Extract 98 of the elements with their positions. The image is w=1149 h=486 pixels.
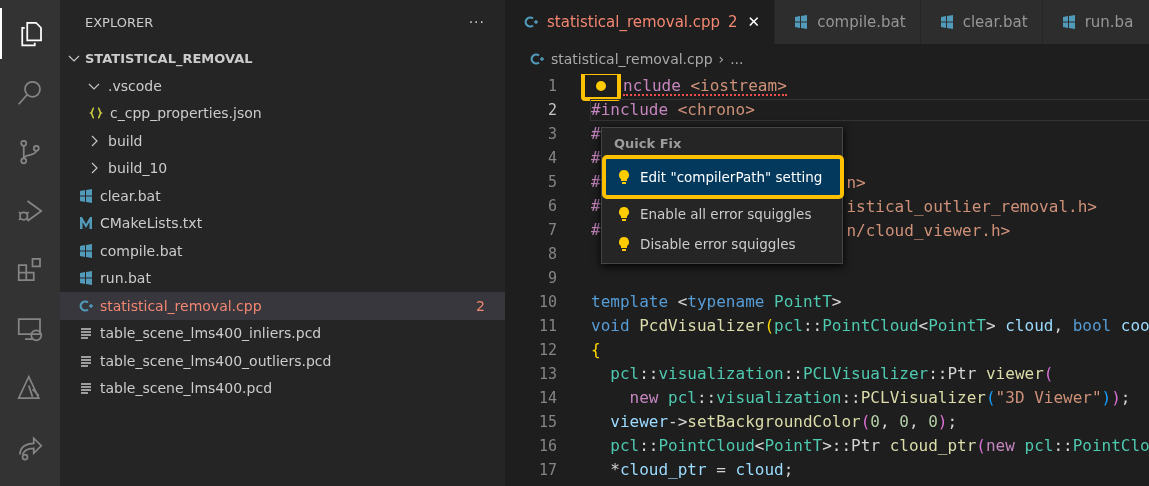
code-fragment: istical_outlier_removal.h> <box>846 196 1097 216</box>
tree-item[interactable]: .vscode <box>60 72 505 100</box>
braces-icon <box>88 105 104 122</box>
line-number: 2 <box>546 101 557 119</box>
tree-item[interactable]: clear.bat <box>60 182 505 210</box>
file-name: run.bat <box>100 270 152 287</box>
line-number: 11 <box>537 317 557 335</box>
windows-icon <box>78 187 94 204</box>
code-fragment: n/cloud_viewer.h> <box>846 220 1011 240</box>
tree-item[interactable]: run.bat <box>60 264 505 292</box>
close-button[interactable]: ✕ <box>747 13 761 31</box>
line-number: 15 <box>537 413 557 431</box>
code-line: *cloud_ptr = cloud; <box>609 460 794 480</box>
cpp-icon <box>523 14 539 30</box>
menu-title: Quick Fix <box>613 135 683 153</box>
problem-count: 2 <box>728 13 738 31</box>
code-fragment: n> <box>846 172 866 192</box>
lightbulb-icon[interactable] <box>593 78 609 94</box>
line-number: 7 <box>546 221 557 239</box>
windows-icon <box>793 14 810 30</box>
tree-item[interactable]: build <box>60 127 505 155</box>
menu-item[interactable]: Edit "compilerPath" setting <box>602 155 844 199</box>
file-name: build_10 <box>108 160 169 177</box>
code-line: # <box>591 172 601 192</box>
tree-item[interactable]: c_cpp_properties.json <box>60 99 505 127</box>
line-number: 10 <box>537 293 557 311</box>
breadcrumb-item[interactable]: ... <box>730 51 744 67</box>
code-line: pcl::PointCloud<PointT>::Ptr cloud_ptr(new pcl::PointClo <box>609 436 1149 456</box>
line-number: 14 <box>537 389 557 407</box>
menu-item[interactable]: Enable all error squiggles <box>602 199 842 229</box>
lightbulb-icon <box>616 169 632 185</box>
code-line: new pcl::visualization::PCLVisualizer("3D Viewer")); <box>628 388 1131 408</box>
tab-label: clear.bat <box>962 13 1028 31</box>
code-line: pcl::visualization::PCLVisualizer::Ptr viewer( <box>609 364 1054 384</box>
windows-icon <box>78 242 94 259</box>
line-number: 13 <box>537 365 557 383</box>
file-name: table_scene_lms400_outliers.pcd <box>100 352 333 369</box>
line-number: 9 <box>546 269 557 287</box>
tree-item[interactable]: CMakeLists.txt <box>60 209 505 237</box>
tree-item[interactable]: table_scene_lms400_inliers.pcd <box>60 319 505 347</box>
lightbulb-icon <box>616 206 632 222</box>
windows-icon <box>1060 14 1077 30</box>
file-name: compile.bat <box>100 242 184 259</box>
lightbulb-icon <box>616 236 632 252</box>
tab-label: statistical_removal.cpp <box>547 13 721 31</box>
file-name: statistical_removal.cpp <box>100 297 263 314</box>
file-name: table_scene_lms400_inliers.pcd <box>100 325 323 342</box>
sidebar-title: EXPLORER <box>85 14 154 30</box>
line-number: 5 <box>546 173 557 191</box>
editor-tab[interactable]: statistical_removal.cpp 2 ✕ <box>505 0 776 44</box>
breadcrumb-item[interactable]: statistical_removal.cpp <box>551 51 713 67</box>
line-number: 8 <box>546 245 557 263</box>
code-line: # <box>591 148 601 168</box>
more-actions-button[interactable]: ··· <box>468 14 485 30</box>
editor-tab[interactable]: compile.bat <box>775 0 921 44</box>
line-number: 16 <box>537 437 557 455</box>
line-number: 4 <box>546 149 557 167</box>
tree-item[interactable]: build_10 <box>60 154 505 182</box>
code-line: template <typename PointT> <box>591 292 842 312</box>
line-number: 12 <box>537 341 557 359</box>
editor-tab[interactable]: run.ba <box>1042 0 1149 44</box>
cpp-icon <box>78 297 94 314</box>
windows-icon <box>78 270 94 287</box>
code-line: void PcdVisualizer(pcl::PointCloud<PointT> cloud, bool coo <box>591 316 1149 336</box>
line-number: 1 <box>546 77 557 95</box>
line-number: 3 <box>546 125 557 143</box>
file-name: CMakeLists.txt <box>100 215 204 232</box>
text-file-icon <box>78 325 94 342</box>
file-name: build <box>108 132 144 149</box>
m-icon <box>78 215 94 232</box>
code-line: #include <chrono> <box>591 100 755 120</box>
code-line: { <box>591 340 601 360</box>
tree-item[interactable]: STATISTICAL_REMOVAL <box>60 44 505 72</box>
file-name: c_cpp_properties.json <box>110 105 263 122</box>
menu-item[interactable]: Disable error squiggles <box>602 229 842 259</box>
tree-item[interactable]: table_scene_lms400_outliers.pcd <box>60 347 505 375</box>
code-line: nclude <iostream> <box>623 76 787 96</box>
problem-count: 2 <box>476 297 485 314</box>
tree-item[interactable]: compile.bat <box>60 237 505 265</box>
file-name: clear.bat <box>100 187 162 204</box>
editor-tab[interactable]: clear.bat <box>920 0 1043 44</box>
code-line: # <box>591 196 601 216</box>
tab-label: compile.bat <box>817 13 906 31</box>
code-line: # <box>591 124 601 144</box>
code-line: # <box>591 220 601 240</box>
tab-label: run.ba <box>1084 13 1134 31</box>
text-file-icon <box>78 380 94 397</box>
file-name: table_scene_lms400.pcd <box>100 380 273 397</box>
breadcrumb-separator: › <box>718 51 725 67</box>
windows-icon <box>938 14 955 30</box>
folder-name: STATISTICAL_REMOVAL <box>85 50 253 66</box>
line-number: 17 <box>537 461 557 479</box>
cpp-icon <box>529 51 545 67</box>
code-line: viewer->setBackgroundColor(0, 0, 0); <box>609 412 958 432</box>
file-name: .vscode <box>108 77 163 94</box>
tree-item[interactable]: statistical_removal.cpp 2 <box>60 292 505 320</box>
tree-item[interactable]: table_scene_lms400.pcd <box>60 374 505 402</box>
line-number: 6 <box>546 197 557 215</box>
